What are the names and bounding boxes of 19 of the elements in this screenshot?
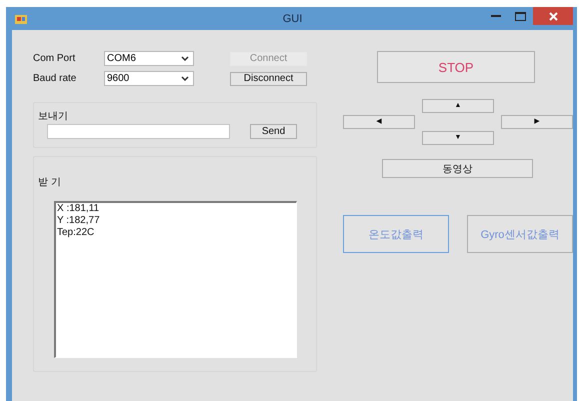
dropdown[interactable]: 9600 [104, 71, 194, 86]
close-button[interactable] [533, 7, 573, 25]
chevron-down-icon [181, 56, 189, 61]
connection-button[interactable]: Disconnect [230, 72, 307, 86]
group-title: 받 기 [38, 176, 62, 189]
field-label: Com Port [33, 53, 76, 64]
close-icon [548, 12, 558, 20]
dropdown[interactable]: COM6 [104, 51, 194, 66]
group-title: 보내기 [38, 110, 69, 123]
receive-textbox[interactable]: X :181,11 Y :182,77 Tep:22C [54, 201, 297, 358]
maximize-icon [514, 12, 526, 20]
minimize-icon [491, 15, 501, 17]
chevron-down-icon [181, 76, 189, 81]
window-title: GUI [282, 12, 304, 24]
input-field[interactable] [47, 124, 230, 139]
video-button[interactable]: 동영상 [382, 159, 533, 178]
app-icon [15, 14, 27, 24]
field-label: Baud rate [33, 73, 78, 84]
send-button[interactable]: Send [250, 124, 297, 139]
